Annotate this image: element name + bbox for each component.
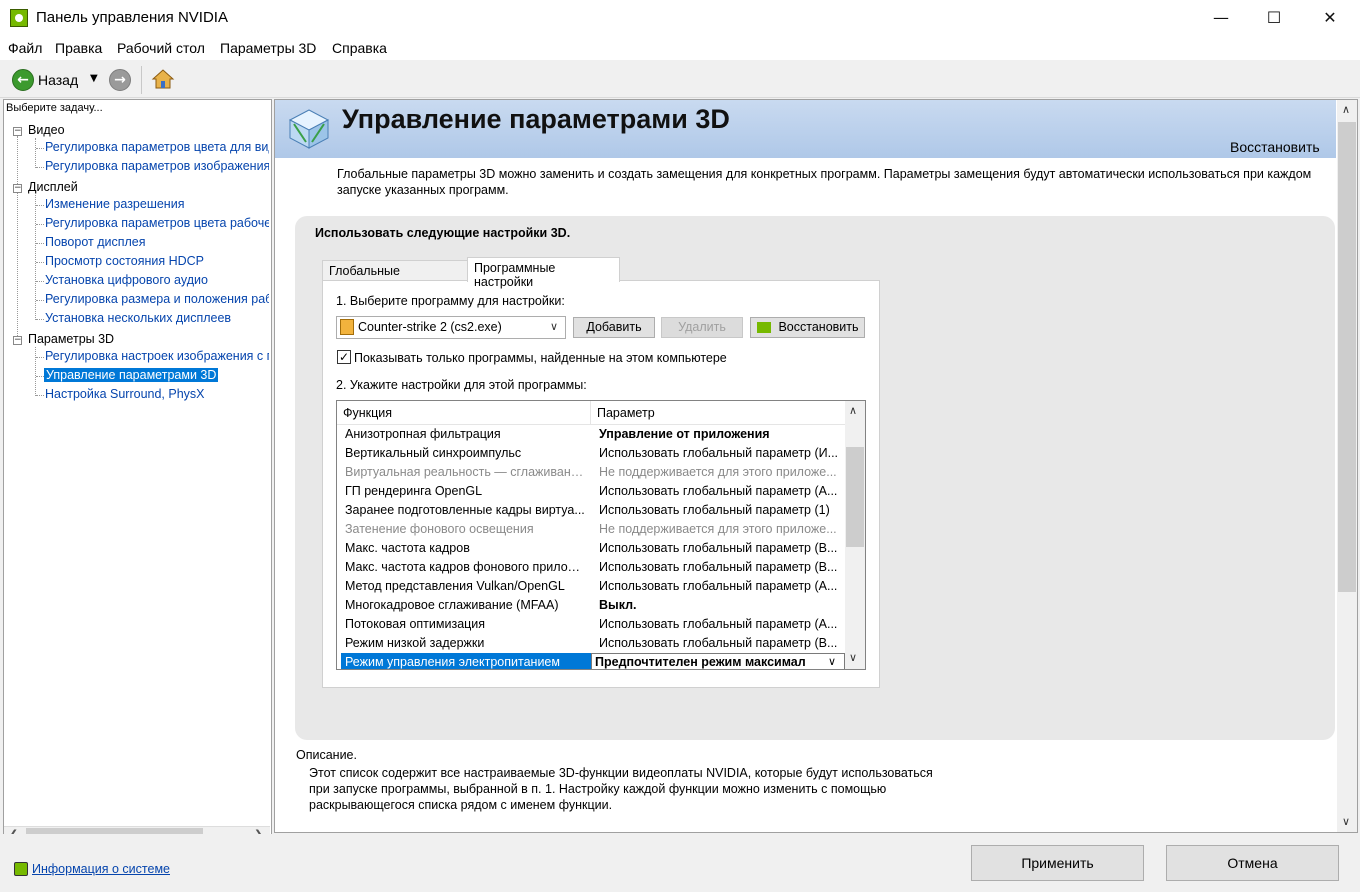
show-only-label: Показывать только программы, найденные н…	[354, 351, 727, 365]
table-row[interactable]: Макс. частота кадров Использовать глобаль…	[337, 539, 847, 558]
menu-desktop[interactable]: Рабочий стол	[117, 40, 205, 56]
3d-cube-icon	[284, 102, 334, 152]
description-text: Этот список содержит все настраиваемые 3…	[309, 766, 933, 812]
tree-item-change-resolution[interactable]: Изменение разрешения	[45, 197, 269, 211]
tree-item-hdcp-status[interactable]: Просмотр состояния HDCP	[45, 254, 269, 268]
chevron-down-icon[interactable]: ∨	[828, 654, 836, 669]
close-button[interactable]: ✕	[1307, 0, 1353, 36]
step1-label: 1. Выберите программу для настройки:	[336, 294, 565, 308]
tab-program-settings[interactable]: Программные настройки	[467, 257, 620, 289]
scroll-up-icon[interactable]: ∧	[1342, 103, 1350, 116]
task-label: Выберите задачу...	[6, 102, 103, 114]
table-row[interactable]: Метод представления Vulkan/OpenGL Использ…	[337, 577, 847, 596]
table-row[interactable]: Режим низкой задержки Использовать глобал…	[337, 634, 847, 653]
collapse-display-icon[interactable]: −	[13, 184, 22, 193]
tree-item-image-preview[interactable]: Регулировка настроек изображения с просм…	[45, 349, 269, 363]
tree-item-surround-physx[interactable]: Настройка Surround, PhysX	[45, 387, 269, 401]
collapse-3d-icon[interactable]: −	[13, 336, 22, 345]
tree-category-3d[interactable]: Параметры 3D	[28, 332, 114, 346]
scroll-up-icon[interactable]: ∧	[849, 404, 857, 417]
window-title: Панель управления NVIDIA	[36, 9, 228, 26]
table-scroll-thumb[interactable]	[846, 447, 864, 547]
power-mode-value: Предпочтителен режим максимал	[595, 655, 806, 669]
cancel-button[interactable]: Отмена	[1166, 845, 1339, 881]
show-only-checkbox[interactable]: ✓	[337, 350, 351, 364]
tree-item-multiple-displays[interactable]: Установка нескольких дисплеев	[45, 311, 269, 325]
settings-table: Функция Параметр Анизотропная фильтрация…	[336, 400, 866, 670]
collapse-video-icon[interactable]: −	[13, 127, 22, 136]
chevron-down-icon[interactable]: ∨	[550, 320, 558, 333]
table-row[interactable]: Макс. частота кадров фонового прилож... И…	[337, 558, 847, 577]
page-title: Управление параметрами 3D	[342, 104, 730, 134]
table-row[interactable]: Анизотропная фильтрация Управление от при…	[337, 425, 847, 444]
menu-edit[interactable]: Правка	[55, 40, 102, 56]
back-button[interactable]: Назад	[38, 72, 78, 88]
remove-program-button[interactable]: Удалить	[661, 317, 743, 338]
tree-item-manage-3d[interactable]: Управление параметрами 3D	[44, 368, 219, 382]
table-row[interactable]: Вертикальный синхроимпульс Использовать г…	[337, 444, 847, 463]
system-info-link[interactable]: Информация о системе	[32, 862, 170, 876]
menu-3d-settings[interactable]: Параметры 3D	[220, 40, 316, 56]
back-dropdown-icon[interactable]: ▼	[90, 73, 98, 84]
column-header-function[interactable]: Функция	[337, 401, 591, 425]
content-scroll-thumb[interactable]	[1338, 122, 1356, 592]
maximize-button[interactable]: ☐	[1251, 0, 1297, 36]
scroll-down-icon[interactable]: ∨	[1342, 815, 1350, 828]
restore-program-label: Восстановить	[778, 320, 859, 334]
nvidia-logo-icon	[757, 322, 771, 333]
intro-text: Глобальные параметры 3D можно заменить и…	[337, 167, 1312, 197]
settings-heading: Использовать следующие настройки 3D.	[315, 226, 571, 240]
tree-item-video-image[interactable]: Регулировка параметров изображения для в…	[45, 159, 269, 173]
tree-category-display[interactable]: Дисплей	[28, 180, 78, 194]
toolbar	[0, 62, 1360, 98]
menu-file[interactable]: Файл	[8, 40, 42, 56]
tree-item-digital-audio[interactable]: Установка цифрового аудио	[45, 273, 269, 287]
tree-category-video[interactable]: Видео	[28, 123, 65, 137]
table-row[interactable]: Потоковая оптимизация Использовать глобал…	[337, 615, 847, 634]
bottom-bar	[0, 834, 1360, 892]
tree-item-rotate-display[interactable]: Поворот дисплея	[45, 235, 269, 249]
system-info-icon	[14, 862, 28, 876]
forward-arrow-icon[interactable]: →	[109, 69, 131, 91]
table-row[interactable]: Затенение фонового освещения Не поддержив…	[337, 520, 847, 539]
program-select-value: Counter-strike 2 (cs2.exe)	[358, 320, 502, 334]
power-mode-select[interactable]: Предпочтителен режим максимал ∨	[591, 653, 845, 669]
tree-item-desktop-color[interactable]: Регулировка параметров цвета рабочего ст…	[45, 216, 269, 230]
add-program-button[interactable]: Добавить	[573, 317, 655, 338]
table-row[interactable]: ГП рендеринга OpenGL Использовать глобаль…	[337, 482, 847, 501]
step2-label: 2. Укажите настройки для этой программы:	[336, 378, 587, 392]
toolbar-divider	[141, 66, 142, 94]
tree-item-video-color[interactable]: Регулировка параметров цвета для видео	[45, 140, 269, 154]
column-header-parameter[interactable]: Параметр	[591, 401, 845, 425]
menu-help[interactable]: Справка	[332, 40, 387, 56]
restore-program-button[interactable]: Восстановить	[750, 317, 865, 338]
back-arrow-icon[interactable]: ←	[12, 69, 34, 91]
cs2-program-icon	[340, 319, 354, 335]
task-tree-panel	[3, 99, 272, 849]
table-row[interactable]: Виртуальная реальность — сглаживани... Не…	[337, 463, 847, 482]
restore-defaults-link[interactable]: Восстановить	[1230, 139, 1320, 155]
description-label: Описание.	[296, 748, 357, 762]
scroll-down-icon[interactable]: ∨	[849, 651, 857, 664]
table-row[interactable]: Многокадровое сглаживание (MFAA) Выкл.	[337, 596, 847, 615]
tree-item-desktop-size[interactable]: Регулировка размера и положения рабочего…	[45, 292, 269, 306]
home-icon[interactable]	[151, 67, 175, 91]
table-row[interactable]: Заранее подготовленные кадры виртуа... Ис…	[337, 501, 847, 520]
nvidia-app-icon	[10, 9, 28, 27]
apply-button[interactable]: Применить	[971, 845, 1144, 881]
tab-global-settings[interactable]: Глобальные параметры	[322, 260, 468, 292]
minimize-button[interactable]: —	[1198, 0, 1244, 36]
selected-row-function[interactable]: Режим управления электропитанием	[337, 653, 587, 669]
